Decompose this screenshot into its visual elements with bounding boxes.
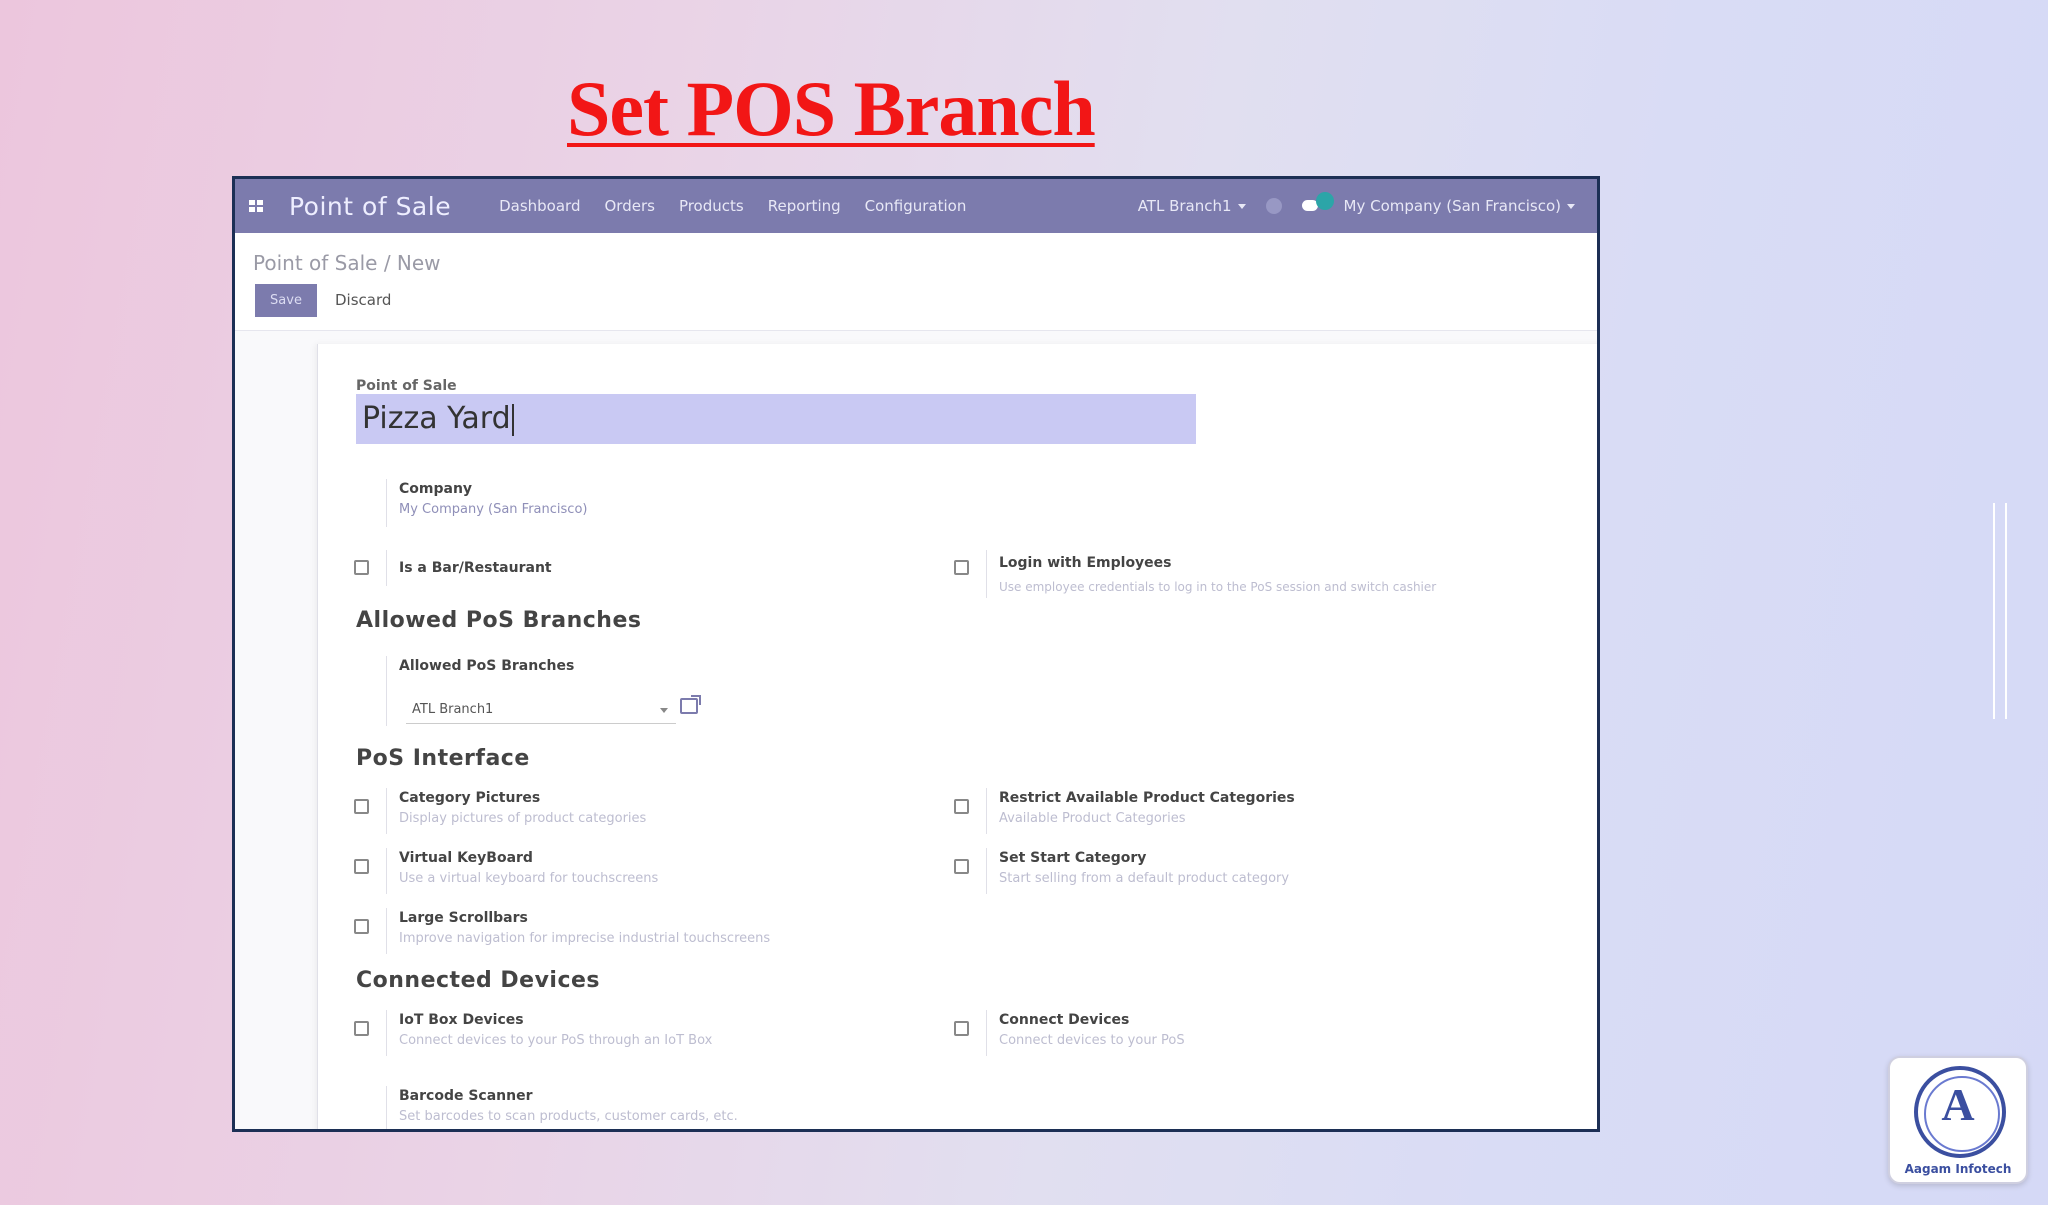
bar-restaurant-checkbox[interactable] [354,560,369,575]
menu-orders[interactable]: Orders [604,197,654,215]
branch-selector[interactable]: ATL Branch1 [1138,197,1246,215]
start-category-label: Set Start Category [999,850,1147,866]
login-employees-help: Use employee credentials to log in to th… [999,580,1437,594]
main-menu: Dashboard Orders Products Reporting Conf… [499,197,990,215]
app-brand[interactable]: Point of Sale [289,192,451,221]
start-category-field: Set Start Category Start selling from a … [986,848,1289,894]
large-scrollbars-label: Large Scrollbars [399,910,528,926]
start-category-help: Start selling from a default product cat… [999,871,1290,886]
logo-text: Aagam Infotech [1904,1162,2012,1176]
virtual-keyboard-checkbox[interactable] [354,859,369,874]
pos-name-value: Pizza Yard [362,401,511,436]
category-pictures-field: Category Pictures Display pictures of pr… [386,788,646,834]
login-employees-label: Login with Employees [999,555,1172,571]
connect-devices-label: Connect Devices [999,1012,1130,1028]
breadcrumb[interactable]: Point of Sale / New [253,251,441,275]
barcode-label: Barcode Scanner [399,1088,533,1104]
menu-dashboard[interactable]: Dashboard [499,197,580,215]
bar-restaurant-field: Is a Bar/Restaurant [386,550,552,586]
barcode-field: Barcode Scanner Set barcodes to scan pro… [386,1086,738,1129]
logo-a-icon: A [1941,1079,1975,1130]
connect-devices-help: Connect devices to your PoS [999,1033,1185,1048]
connect-devices-checkbox[interactable] [954,1021,969,1036]
discard-button[interactable]: Discard [335,284,391,317]
allowed-branches-value: ATL Branch1 [412,702,494,717]
start-category-checkbox[interactable] [954,859,969,874]
save-button[interactable]: Save [255,284,317,317]
login-employees-checkbox[interactable] [954,560,969,575]
pos-name-input[interactable]: Pizza Yard [356,394,1196,444]
restrict-categories-label: Restrict Available Product Categories [999,790,1295,806]
company-value[interactable]: My Company (San Francisco) [399,499,587,521]
login-employees-field: Login with Employees Use employee creden… [986,550,1436,598]
chevron-down-icon [1567,204,1575,209]
large-scrollbars-checkbox[interactable] [354,919,369,934]
menu-products[interactable]: Products [679,197,744,215]
section-connected-devices: Connected Devices [356,968,601,993]
virtual-keyboard-help: Use a virtual keyboard for touchscreens [399,871,659,886]
app-window: Point of Sale Dashboard Orders Products … [232,176,1600,1132]
category-pictures-label: Category Pictures [399,790,541,806]
restrict-categories-checkbox[interactable] [954,799,969,814]
virtual-keyboard-field: Virtual KeyBoard Use a virtual keyboard … [386,848,658,894]
notification-badge [1315,192,1334,210]
top-navbar: Point of Sale Dashboard Orders Products … [235,179,1597,233]
company-selector[interactable]: My Company (San Francisco) [1344,197,1575,215]
company-logo: A Aagam Infotech [1888,1056,2028,1184]
company-field: Company My Company (San Francisco) [386,479,587,527]
bar-restaurant-label: Is a Bar/Restaurant [399,560,552,576]
decorative-lines [1993,503,2007,719]
barcode-help: Set barcodes to scan products, customer … [399,1109,738,1124]
pos-name-label: Point of Sale [356,378,457,394]
allowed-branches-select[interactable]: ATL Branch1 [406,696,676,724]
iot-box-checkbox[interactable] [354,1021,369,1036]
form-sheet: Point of Sale Pizza Yard Company My Comp… [317,344,1597,1129]
chevron-down-icon [660,708,668,713]
menu-reporting[interactable]: Reporting [768,197,841,215]
iot-box-help: Connect devices to your PoS through an I… [399,1033,713,1048]
iot-box-field: IoT Box Devices Connect devices to your … [386,1010,712,1056]
control-panel: Point of Sale / New Save Discard [235,233,1597,331]
restrict-categories-help: Available Product Categories [999,811,1186,826]
navbar-right: ATL Branch1 My Company (San Francisco) [1138,179,1575,233]
allowed-branches-label: Allowed PoS Branches [399,658,575,674]
external-link-icon[interactable] [680,695,701,714]
large-scrollbars-field: Large Scrollbars Improve navigation for … [386,908,770,954]
restrict-categories-field: Restrict Available Product Categories Av… [986,788,1295,834]
iot-box-label: IoT Box Devices [399,1012,524,1028]
category-pictures-checkbox[interactable] [354,799,369,814]
category-pictures-help: Display pictures of product categories [399,811,647,826]
company-selector-label: My Company (San Francisco) [1343,197,1561,215]
section-pos-interface: PoS Interface [356,746,530,771]
chat-icon[interactable] [1301,192,1334,214]
large-scrollbars-help: Improve navigation for imprecise industr… [399,931,771,946]
company-label: Company [399,481,473,497]
text-cursor [511,403,514,436]
section-allowed-branches: Allowed PoS Branches [356,608,642,633]
connect-devices-field: Connect Devices Connect devices to your … [986,1010,1185,1056]
branch-selector-label: ATL Branch1 [1137,197,1232,215]
virtual-keyboard-label: Virtual KeyBoard [399,850,533,866]
chevron-down-icon [1237,204,1246,209]
slide-title: Set POS Branch [567,65,1096,152]
menu-configuration[interactable]: Configuration [865,197,967,215]
apps-menu-icon[interactable] [249,200,263,212]
activity-icon[interactable] [1265,198,1282,214]
